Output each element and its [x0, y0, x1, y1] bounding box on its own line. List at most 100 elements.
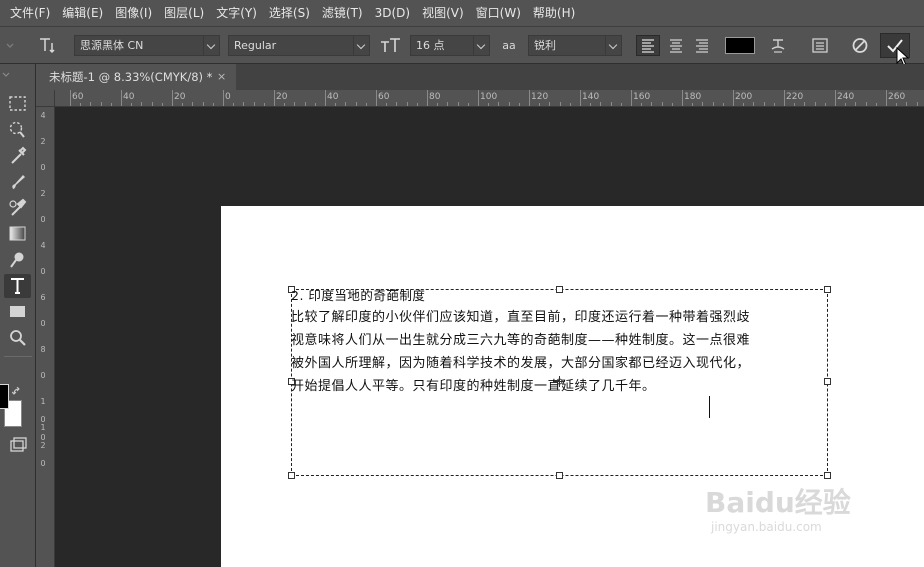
resize-handle-bottom[interactable]	[556, 472, 563, 479]
menu-image[interactable]: 图像(I)	[109, 0, 158, 26]
ruler-minor-tick	[100, 102, 102, 106]
text-line: 视意味将人们从一出生就分成三六九等的奇葩制度——种姓制度。这一点很难	[291, 333, 751, 348]
ruler-label: 40	[327, 92, 339, 102]
menu-bar: 文件(F) 编辑(E) 图像(I) 图层(L) 文字(Y) 选择(S) 滤镜(T…	[0, 0, 924, 26]
font-size-select[interactable]: 16 点	[410, 35, 490, 56]
vertical-ruler: 420204060801 0 01 2 0	[36, 107, 55, 567]
resize-handle-bottom-left[interactable]	[288, 472, 295, 479]
type-tool-icon[interactable]	[4, 274, 31, 298]
text-color-swatch[interactable]	[725, 37, 755, 54]
ruler-tick	[631, 90, 632, 106]
zoom-tool-icon[interactable]	[4, 326, 31, 350]
tools-panel	[0, 64, 36, 567]
swap-colors-icon[interactable]	[11, 382, 22, 395]
ruler-minor-tick	[263, 103, 265, 106]
ruler-minor-tick	[906, 102, 908, 106]
quick-mask-icon[interactable]	[4, 433, 31, 457]
cancel-edit-icon[interactable]	[848, 35, 872, 56]
ruler-minor-tick	[804, 102, 806, 106]
ruler-minor-tick	[773, 103, 775, 106]
ruler-minor-tick	[865, 102, 867, 106]
warp-text-button[interactable]	[766, 35, 790, 56]
chevron-down-icon	[203, 36, 219, 55]
menu-help[interactable]: 帮助(H)	[527, 0, 581, 26]
ruler-label: 240	[837, 92, 855, 102]
ruler-minor-tick	[712, 102, 714, 106]
ruler-label: 0	[40, 215, 46, 224]
ruler-tick	[733, 90, 734, 106]
menu-select[interactable]: 选择(S)	[263, 0, 316, 26]
rectangle-tool-icon[interactable]	[4, 300, 31, 324]
menu-window[interactable]: 窗口(W)	[470, 0, 527, 26]
resize-handle-bottom-right[interactable]	[824, 472, 831, 479]
ruler-minor-tick	[233, 103, 235, 106]
ruler-minor-tick	[488, 103, 490, 106]
gradient-tool-icon[interactable]	[4, 222, 31, 246]
ruler-label: 220	[786, 92, 804, 102]
menu-layer[interactable]: 图层(L)	[158, 0, 210, 26]
menu-filter[interactable]: 滤镜(T)	[316, 0, 369, 26]
text-caret	[709, 396, 710, 418]
watermark: Baidu经验 jingyan.baidu.com	[705, 486, 851, 534]
menu-type[interactable]: 文字(Y)	[210, 0, 263, 26]
history-brush-tool-icon[interactable]	[4, 196, 31, 220]
ruler-minor-tick	[498, 102, 500, 106]
ruler-minor-tick	[192, 102, 194, 106]
text-line-heading: 2. 印度当地的奇葩制度	[291, 288, 426, 303]
ruler-minor-tick	[916, 102, 918, 106]
panel-collapse-icon[interactable]	[0, 64, 36, 77]
menu-view[interactable]: 视图(V)	[416, 0, 470, 26]
eyedropper-tool-icon[interactable]	[4, 144, 31, 168]
ruler-minor-tick	[794, 103, 796, 106]
menu-3d[interactable]: 3D(D)	[369, 0, 416, 26]
tool-preset-arrow-icon[interactable]	[4, 35, 16, 56]
close-icon[interactable]: ×	[217, 64, 244, 90]
ruler-label: 260	[888, 92, 906, 102]
ruler-label: 160	[633, 92, 651, 102]
ruler-minor-tick	[161, 103, 163, 106]
align-left-button[interactable]	[636, 35, 660, 56]
chevron-down-icon	[473, 36, 489, 55]
ruler-minor-tick	[212, 103, 214, 106]
ruler-origin[interactable]	[36, 90, 55, 107]
foreground-color-swatch[interactable]	[0, 384, 9, 409]
marquee-tool-icon[interactable]	[4, 92, 31, 116]
ruler-minor-tick	[345, 102, 347, 106]
ruler-label: 0	[40, 371, 46, 380]
font-family-value: 思源黑体 CN	[80, 39, 144, 52]
text-orientation-icon[interactable]	[36, 35, 60, 56]
options-bar: 思源黑体 CN Regular 16 点 aa 锐利	[0, 26, 924, 67]
antialias-select[interactable]: 锐利	[528, 35, 622, 56]
character-panel-button[interactable]	[808, 35, 832, 56]
ruler-minor-tick	[110, 103, 112, 106]
ruler-minor-tick	[651, 102, 653, 106]
dodge-tool-icon[interactable]	[4, 248, 31, 272]
ruler-minor-tick	[467, 103, 469, 106]
font-style-select[interactable]: Regular	[228, 35, 370, 56]
ruler-tick	[376, 90, 377, 106]
align-right-button[interactable]	[690, 35, 714, 56]
ruler-label: 0	[225, 92, 231, 102]
ruler-minor-tick	[151, 102, 153, 106]
align-center-button[interactable]	[664, 35, 688, 56]
ruler-minor-tick	[620, 103, 622, 106]
ruler-minor-tick	[539, 103, 541, 106]
ruler-minor-tick	[447, 102, 449, 106]
ruler-tick	[580, 90, 581, 106]
ruler-minor-tick	[559, 102, 561, 106]
ruler-tick	[427, 90, 428, 106]
menu-file[interactable]: 文件(F)	[4, 0, 56, 26]
document-tab[interactable]: 未标题-1 @ 8.33%(CMYK/8) * ×	[36, 64, 236, 90]
menu-edit[interactable]: 编辑(E)	[56, 0, 109, 26]
move-crosshair-icon	[554, 376, 565, 387]
watermark-logo: Baidu经验	[705, 486, 851, 519]
ruler-minor-tick	[406, 102, 408, 106]
ruler-tick	[223, 90, 224, 106]
antialias-value: 锐利	[534, 39, 556, 52]
ruler-minor-tick	[641, 103, 643, 106]
brush-tool-icon[interactable]	[4, 170, 31, 194]
font-family-select[interactable]: 思源黑体 CN	[74, 35, 220, 56]
ruler-minor-tick	[814, 102, 816, 106]
quick-selection-tool-icon[interactable]	[4, 118, 31, 142]
ruler-minor-tick	[141, 102, 143, 106]
